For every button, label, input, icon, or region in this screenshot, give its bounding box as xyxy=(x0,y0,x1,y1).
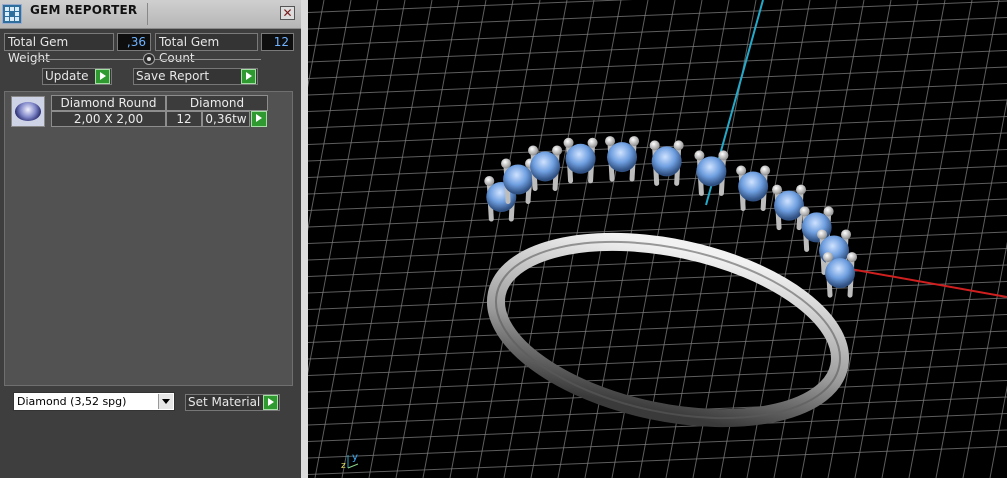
axis-label-z: z xyxy=(341,461,346,471)
total-gem-weight-value: ,36 xyxy=(117,33,151,51)
panel-splitter[interactable] xyxy=(301,0,308,478)
x-axis-line xyxy=(827,264,1007,298)
3d-viewport[interactable]: y z xyxy=(308,0,1007,478)
update-button-label: Update xyxy=(45,69,89,83)
play-arrow-icon xyxy=(263,395,278,410)
close-icon: ✕ xyxy=(282,6,293,20)
save-report-button[interactable]: Save Report xyxy=(133,68,258,85)
play-arrow-icon xyxy=(241,69,256,84)
material-select[interactable]: Diamond (3,52 spg) xyxy=(13,392,175,411)
gem-material-cell: Diamond xyxy=(166,95,268,111)
save-report-button-label: Save Report xyxy=(136,69,210,83)
ring-model[interactable] xyxy=(480,136,858,447)
gem-shape-cell: Diamond Round xyxy=(51,95,166,111)
total-gem-weight-label: Total Gem Weight xyxy=(4,33,114,65)
gem-list: Diamond Round Diamond 2,00 X 2,00 12 0,3… xyxy=(4,91,293,386)
gem-reporter-panel: GEM REPORTER ✕ Total Gem Weight ,36 Tota… xyxy=(0,0,301,478)
set-material-button-label: Set Material xyxy=(188,395,261,409)
gem-count-cell: 12 xyxy=(166,111,202,127)
gem-row-play-icon[interactable] xyxy=(251,111,267,127)
title-bar[interactable]: GEM REPORTER ✕ xyxy=(0,0,301,29)
set-material-button[interactable]: Set Material xyxy=(185,394,280,411)
total-gem-count-value: 12 xyxy=(261,33,294,51)
gem-thumbnail[interactable] xyxy=(11,96,45,127)
update-button[interactable]: Update xyxy=(42,68,112,85)
gem-size-cell: 2,00 X 2,00 xyxy=(51,111,166,127)
title-separator xyxy=(147,3,148,25)
window-title: GEM REPORTER xyxy=(30,3,138,17)
gem-weight-cell: 0,36tw xyxy=(202,111,250,127)
material-select-value: Diamond (3,52 spg) xyxy=(17,395,127,408)
axis-gizmo-icon: y z xyxy=(341,452,359,471)
slider-thumb[interactable] xyxy=(143,53,155,65)
gem-reporter-app-icon xyxy=(2,4,22,24)
total-gem-count-label: Total Gem Count xyxy=(155,33,258,65)
close-button[interactable]: ✕ xyxy=(280,6,295,20)
play-arrow-icon xyxy=(95,69,110,84)
chevron-down-icon[interactable] xyxy=(158,394,173,409)
axis-label-y: y xyxy=(352,452,358,463)
